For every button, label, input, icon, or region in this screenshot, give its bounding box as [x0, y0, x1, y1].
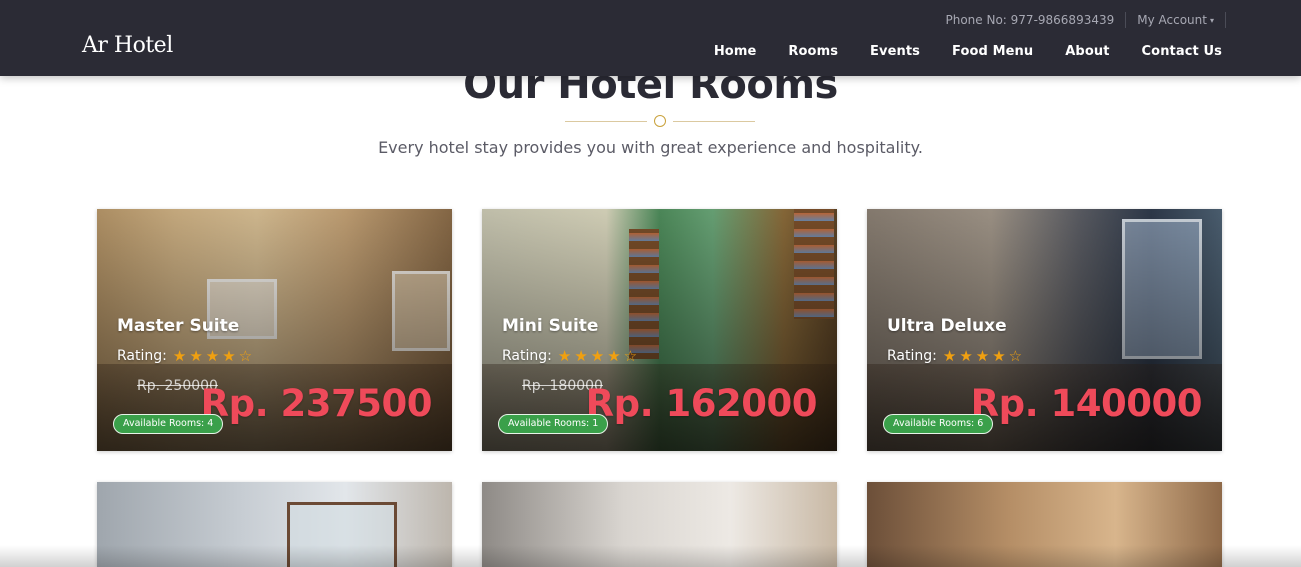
price: Rp. 140000: [970, 382, 1203, 425]
nav-food-menu[interactable]: Food Menu: [952, 44, 1033, 59]
room-card[interactable]: [482, 482, 837, 567]
divider-line: [673, 121, 755, 122]
room-name[interactable]: Master Suite: [117, 316, 239, 336]
room-name[interactable]: Mini Suite: [502, 316, 598, 336]
star-filled-icon: ★: [222, 347, 236, 365]
star-filled-icon: ★: [942, 347, 957, 365]
main-nav: Home Rooms Events Food Menu About Contac…: [714, 44, 1222, 59]
star-filled-icon: ★: [557, 347, 572, 365]
rating-label: Rating:: [887, 348, 937, 364]
rating-stars: ★ ★ ★ ★ ☆: [558, 347, 640, 365]
nav-home[interactable]: Home: [714, 44, 757, 59]
divider-line: [565, 121, 647, 122]
star-filled-icon: ★: [607, 347, 621, 365]
title-divider: [565, 114, 755, 128]
room-photo: [482, 482, 837, 567]
nav-about[interactable]: About: [1065, 44, 1109, 59]
room-photo: [97, 482, 452, 567]
star-filled-icon: ★: [172, 347, 187, 365]
star-filled-icon: ★: [959, 347, 973, 365]
rating-stars: ★ ★ ★ ★ ☆: [173, 347, 255, 365]
rating-label: Rating:: [117, 348, 167, 364]
star-filled-icon: ★: [992, 347, 1006, 365]
rating-stars: ★ ★ ★ ★ ☆: [943, 347, 1025, 365]
section-subtitle: Every hotel stay provides you with great…: [378, 138, 923, 157]
star-filled-icon: ★: [574, 347, 588, 365]
site-header: Ar Hotel Phone No: 977-9866893439 My Acc…: [0, 0, 1301, 76]
star-filled-icon: ★: [590, 347, 605, 365]
brand-logo[interactable]: Ar Hotel: [82, 33, 173, 58]
phone-number: Phone No: 977-9866893439: [945, 13, 1115, 27]
room-rating: Rating: ★ ★ ★ ★ ☆: [502, 347, 640, 365]
price: Rp. 237500: [200, 382, 433, 425]
nav-events[interactable]: Events: [870, 44, 920, 59]
room-card-master-suite[interactable]: Master Suite Rating: ★ ★ ★ ★ ☆ Rp. 250000 Rp…: [97, 209, 452, 451]
price: Rp. 162000: [585, 382, 818, 425]
star-empty-icon: ☆: [623, 347, 638, 365]
available-rooms-badge: Available Rooms: 6: [883, 414, 994, 434]
top-bar: Phone No: 977-9866893439 My Account ▾: [946, 12, 1238, 28]
room-card[interactable]: [867, 482, 1222, 567]
rating-label: Rating:: [502, 348, 552, 364]
my-account-dropdown[interactable]: My Account ▾: [1137, 13, 1214, 27]
star-filled-icon: ★: [189, 347, 203, 365]
available-rooms-badge: Available Rooms: 1: [498, 414, 609, 434]
my-account-label: My Account: [1137, 13, 1207, 27]
room-card-mini-suite[interactable]: Mini Suite Rating: ★ ★ ★ ★ ☆ Rp. 180000 Rp. …: [482, 209, 837, 451]
topbar-divider: [1125, 12, 1127, 28]
divider-circle-icon: [654, 115, 666, 127]
nav-contact-us[interactable]: Contact Us: [1142, 44, 1222, 59]
topbar-divider: [1225, 12, 1226, 28]
room-card-ultra-deluxe[interactable]: Ultra Deluxe Rating: ★ ★ ★ ★ ☆ Rp. 140000 Av…: [867, 209, 1222, 451]
chevron-down-icon: ▾: [1209, 15, 1214, 25]
room-rating: Rating: ★ ★ ★ ★ ☆: [887, 347, 1025, 365]
star-empty-icon: ☆: [238, 347, 253, 365]
star-filled-icon: ★: [205, 347, 220, 365]
star-filled-icon: ★: [975, 347, 990, 365]
available-rooms-badge: Available Rooms: 4: [113, 414, 224, 434]
room-photo: [867, 482, 1222, 567]
star-empty-icon: ☆: [1008, 347, 1023, 365]
room-name[interactable]: Ultra Deluxe: [887, 316, 1007, 336]
room-rating: Rating: ★ ★ ★ ★ ☆: [117, 347, 255, 365]
nav-rooms[interactable]: Rooms: [788, 44, 838, 59]
room-card[interactable]: [97, 482, 452, 567]
